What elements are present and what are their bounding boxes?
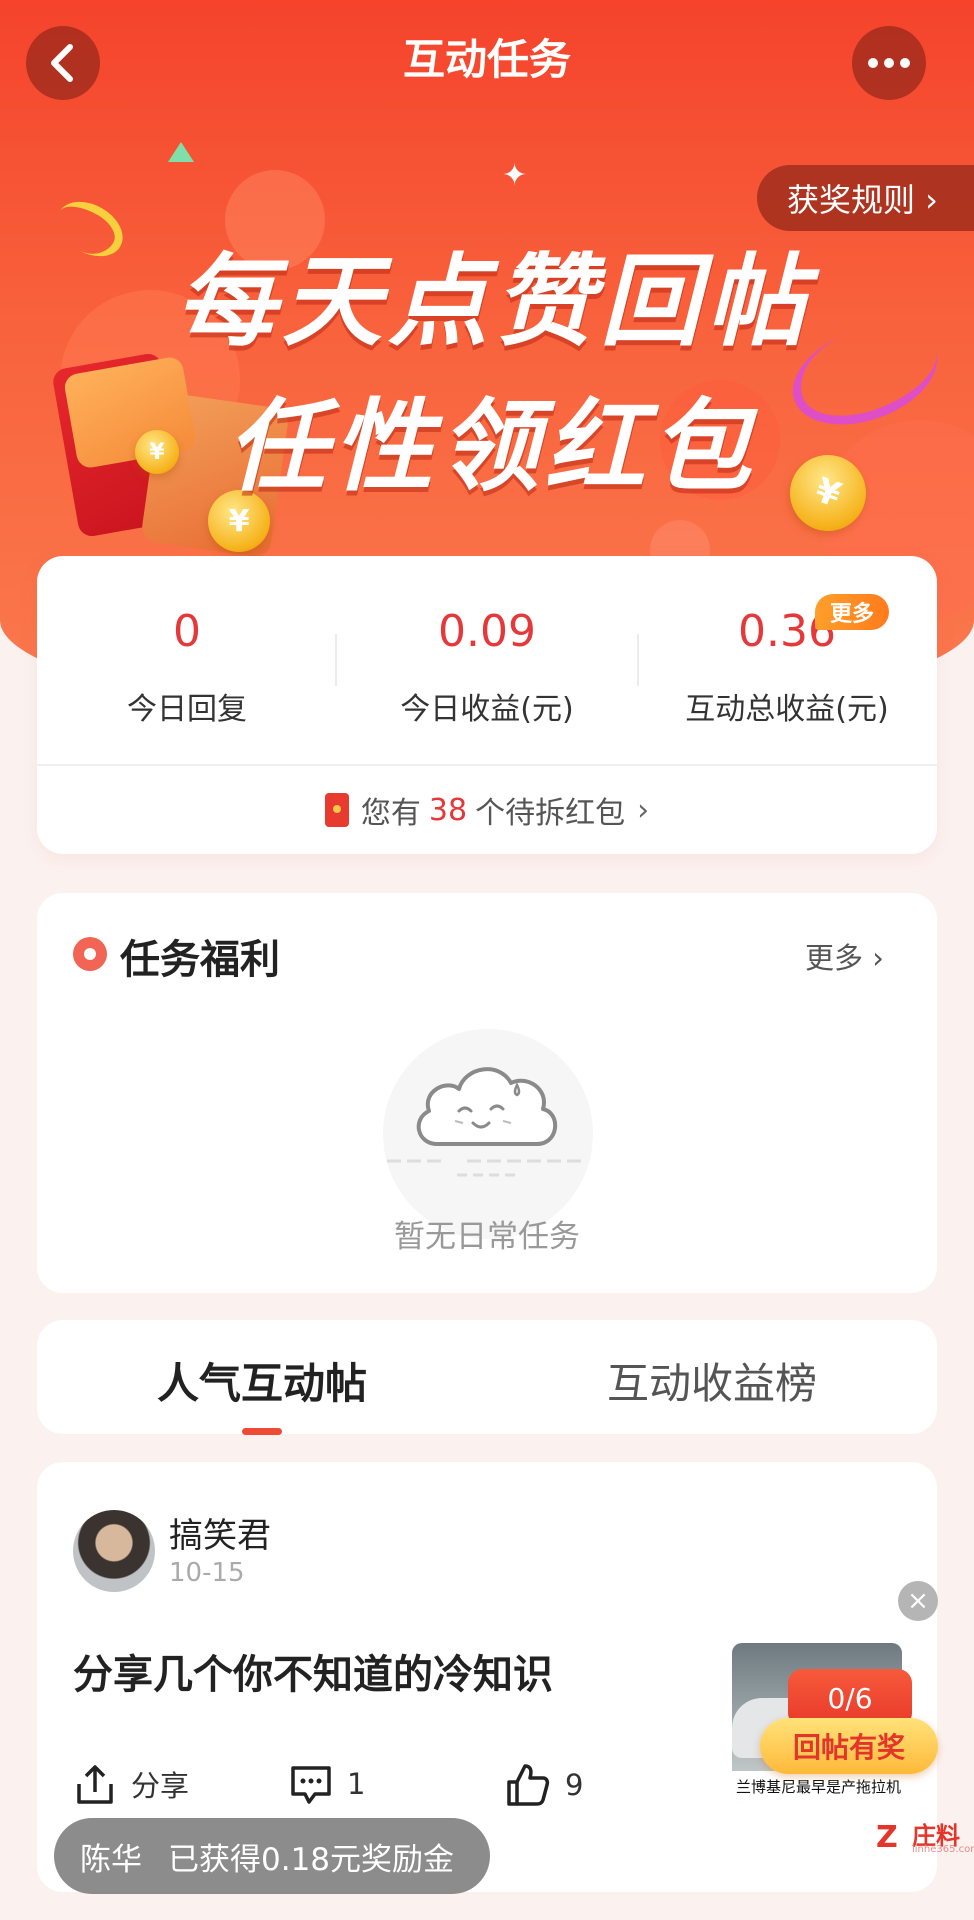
section-title: 任务福利 xyxy=(120,937,280,983)
avatar[interactable] xyxy=(73,1510,155,1592)
author-name[interactable]: 搞笑君 xyxy=(169,1508,271,1557)
stat-label: 今日回复 xyxy=(127,692,247,727)
watermark-icon: Z xyxy=(876,1820,898,1855)
more-options-button[interactable] xyxy=(852,26,926,100)
like-button[interactable]: 9 xyxy=(505,1762,583,1808)
task-benefits-card: 任务福利 更多 › 暂无日常任务 xyxy=(37,893,937,1293)
post-date: 10-15 xyxy=(169,1558,245,1588)
share-button[interactable]: 分享 xyxy=(73,1762,189,1806)
reward-toast: 陈华 已获得0.18元奖励金 xyxy=(54,1818,490,1894)
page-title: 互动任务 xyxy=(402,35,571,84)
share-label: 分享 xyxy=(131,1769,190,1803)
tab-earnings-ranking[interactable]: 互动收益榜 xyxy=(607,1350,817,1411)
section-dot-icon xyxy=(73,937,107,971)
stat-today-earnings[interactable]: 0.09 今日收益(元) xyxy=(337,556,637,731)
red-packet-icon xyxy=(324,793,349,827)
task-more-link[interactable]: 更多 › xyxy=(805,935,884,977)
redpack-count: 38 xyxy=(428,792,468,828)
share-icon xyxy=(77,1765,113,1804)
more-badge[interactable]: 更多 xyxy=(815,594,889,630)
pending-red-packets-link[interactable]: 您有 38 个待拆红包 › xyxy=(37,766,937,854)
post-tabs: 人气互动帖 互动收益榜 xyxy=(37,1320,937,1434)
thumbs-up-icon xyxy=(507,1764,550,1806)
post-title[interactable]: 分享几个你不知道的冷知识 xyxy=(73,1642,553,1700)
stat-value: 0.36 xyxy=(738,606,836,657)
close-widget-button[interactable]: × xyxy=(898,1581,938,1621)
stat-today-replies[interactable]: 0 今日回复 xyxy=(37,556,337,731)
cloud-icon xyxy=(416,1067,558,1146)
stat-total-earnings[interactable]: 0.36 互动总收益(元) xyxy=(637,556,937,731)
sparkle-icon: ✦ xyxy=(502,158,528,193)
watermark-subtext: linhe365.com xyxy=(912,1844,974,1855)
comment-count: 1 xyxy=(347,1767,366,1801)
stat-label: 今日收益(元) xyxy=(400,692,574,727)
chevron-right-icon: › xyxy=(637,792,650,828)
active-tab-indicator xyxy=(242,1428,282,1435)
comment-button[interactable]: 1 xyxy=(289,1762,365,1806)
comment-icon xyxy=(291,1766,331,1804)
empty-state-ground-lines xyxy=(387,1159,587,1177)
like-count: 9 xyxy=(565,1768,584,1802)
toast-message: 已获得0.18元奖励金 xyxy=(168,1841,455,1878)
redpack-prefix: 您有 xyxy=(360,796,421,831)
earnings-summary-card: 0 今日回复 0.09 今日收益(元) 0.36 互动总收益(元) 更多 您有 … xyxy=(37,556,937,854)
redpack-suffix: 个待拆红包 xyxy=(475,796,626,831)
banner-headline-line2: 任性领红包 xyxy=(227,388,757,505)
stat-label: 互动总收益(元) xyxy=(685,692,889,727)
thumbnail-caption: 兰博基尼最早是产拖拉机的 xyxy=(732,1771,902,1803)
stat-value: 0.09 xyxy=(438,606,536,657)
empty-state-text: 暂无日常任务 xyxy=(394,1219,580,1255)
banner-headline-line1: 每天点赞回帖 xyxy=(176,243,812,360)
more-dots-icon xyxy=(868,58,910,68)
award-rules-button[interactable]: 获奖规则 › xyxy=(757,165,974,231)
tab-popular-posts[interactable]: 人气互动帖 xyxy=(157,1350,367,1411)
toast-username: 陈华 xyxy=(80,1841,142,1878)
stat-value: 0 xyxy=(173,606,201,657)
watermark-logo: Z 庄料 linhe365.com xyxy=(876,1812,974,1862)
decor-triangle xyxy=(168,142,194,162)
reply-reward-button[interactable]: 回帖有奖 xyxy=(760,1718,938,1774)
